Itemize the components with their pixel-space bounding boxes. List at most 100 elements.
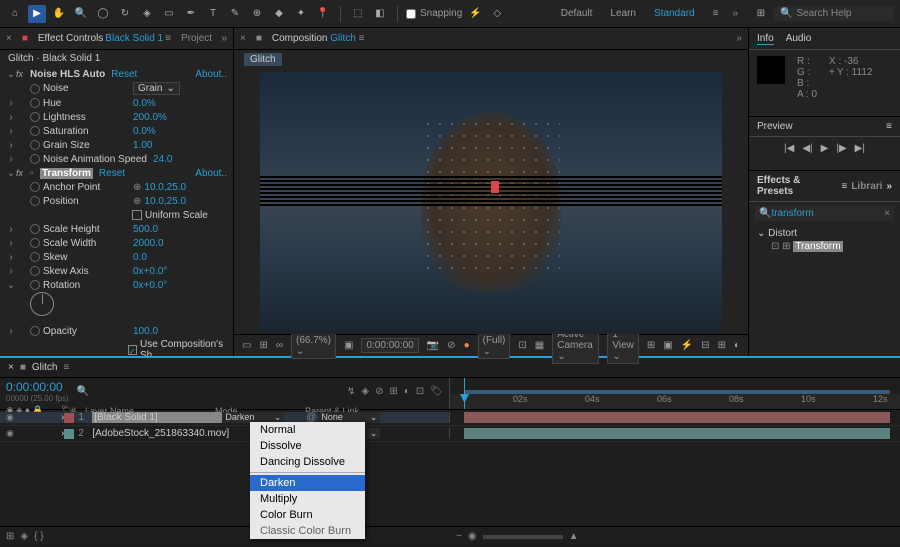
frame-blend-icon[interactable]: ⊞ xyxy=(389,386,397,397)
stopwatch-icon[interactable] xyxy=(30,126,40,136)
disclosure-icon[interactable]: ⌄ xyxy=(6,69,16,80)
close-icon[interactable]: × xyxy=(6,33,12,44)
disclosure-icon[interactable]: ⌄ xyxy=(6,168,16,179)
prop-value[interactable]: 1.00 xyxy=(133,140,152,151)
prop-value[interactable]: 200.0% xyxy=(133,112,167,123)
zoom-select[interactable]: (66.7%) ⌄ xyxy=(291,333,336,359)
graph-editor-icon[interactable]: ⊡ xyxy=(416,386,424,397)
tree-category-distort[interactable]: ⌄ Distort xyxy=(757,227,892,240)
fx-badge[interactable]: fx xyxy=(16,69,30,79)
play-icon[interactable]: ▶ xyxy=(821,143,829,154)
search-help-box[interactable]: 🔍 Search Help xyxy=(774,6,894,21)
stopwatch-icon[interactable] xyxy=(30,84,40,94)
stopwatch-icon[interactable] xyxy=(30,224,40,234)
next-frame-icon[interactable]: |▶ xyxy=(836,143,846,154)
blend-normal[interactable]: Normal xyxy=(250,422,365,438)
orbit-tool-icon[interactable]: ◯ xyxy=(94,5,112,23)
region-icon[interactable]: ⊡ xyxy=(518,340,526,351)
snapping-checkbox[interactable]: Snapping xyxy=(406,8,462,19)
comp-name-chip[interactable]: Glitch xyxy=(244,53,282,66)
rotate-tool-icon[interactable]: ↻ xyxy=(116,5,134,23)
roto-tool-icon[interactable]: ✦ xyxy=(292,5,310,23)
tab-composition[interactable]: Composition Glitch ≡ xyxy=(272,33,365,44)
effect-noise-header[interactable]: ⌄ fx Noise HLS Auto Reset About.. xyxy=(0,67,233,81)
about-button[interactable]: About.. xyxy=(195,168,227,179)
workspace-standard[interactable]: Standard xyxy=(654,8,695,19)
layer-color-chip[interactable] xyxy=(64,413,74,423)
pan-behind-tool-icon[interactable]: ◈ xyxy=(138,5,156,23)
first-frame-icon[interactable]: |◀ xyxy=(784,143,794,154)
reset-button[interactable]: Reset xyxy=(99,168,125,179)
stopwatch-icon[interactable] xyxy=(30,326,40,336)
toggle-switches-icon[interactable]: ⊞ xyxy=(6,531,14,542)
show-snapshot-icon[interactable]: ⊘ xyxy=(447,340,455,351)
time-display[interactable]: 0:00:00:00 xyxy=(361,338,418,353)
panel-menu-icon[interactable]: ≡ xyxy=(63,362,69,373)
stopwatch-icon[interactable] xyxy=(30,280,40,290)
fx-badge[interactable]: fx xyxy=(16,168,30,178)
zoom-slider-track[interactable] xyxy=(483,535,563,539)
layer-duration-bar[interactable] xyxy=(464,412,890,423)
reset-button[interactable]: Reset xyxy=(111,69,137,80)
playhead[interactable] xyxy=(464,378,465,409)
noise-type-select[interactable]: Grain⌄ xyxy=(133,82,180,95)
device-icon[interactable]: ∞ xyxy=(276,340,283,351)
close-icon[interactable]: × xyxy=(8,362,14,373)
workspace-default[interactable]: Default xyxy=(561,8,593,19)
layer-color-chip[interactable] xyxy=(64,429,74,439)
stopwatch-icon[interactable] xyxy=(30,98,40,108)
stopwatch-icon[interactable] xyxy=(30,252,40,262)
fast-preview-icon[interactable]: ⚡ xyxy=(681,340,693,351)
search-icon[interactable]: 🔍 xyxy=(77,386,89,397)
layer-name[interactable]: [Black Solid 1] xyxy=(92,412,222,423)
disclosure-icon[interactable]: › xyxy=(6,154,16,165)
blend-multiply[interactable]: Multiply xyxy=(250,491,365,507)
tab-effect-controls[interactable]: Effect Controls Black Solid 1 ≡ xyxy=(38,33,171,44)
layer-row-1[interactable]: ◉ › 1 [Black Solid 1] Darken⌄ @ None⌄ xyxy=(0,410,900,426)
brush-tool-icon[interactable]: ✎ xyxy=(226,5,244,23)
prop-value[interactable]: 0x+0.0° xyxy=(133,280,167,291)
layer-row-2[interactable]: ◉ › 2 [AdobeStock_251863340.mov] @ None⌄ xyxy=(0,426,900,442)
prop-value[interactable]: 10.0,25.0 xyxy=(144,196,186,207)
lock-icon[interactable]: ■ xyxy=(20,362,26,373)
layer-bar-area[interactable] xyxy=(450,426,900,441)
zoom-out-icon[interactable]: − xyxy=(456,531,462,542)
clone-tool-icon[interactable]: ⊕ xyxy=(248,5,266,23)
stopwatch-icon[interactable] xyxy=(30,140,40,150)
uniform-scale-checkbox[interactable] xyxy=(132,210,142,220)
exposure-icon[interactable]: ◐ xyxy=(734,340,740,351)
chevrons-icon[interactable]: » xyxy=(886,181,892,192)
zoom-handle-icon[interactable]: ◉ xyxy=(468,531,477,542)
resolution-icon[interactable]: ▣ xyxy=(344,340,353,351)
panel-menu-icon[interactable]: ≡ xyxy=(165,33,171,44)
disclosure-icon[interactable]: › xyxy=(6,140,16,151)
tool-option-icon[interactable]: ⬚ xyxy=(349,5,367,23)
prop-value[interactable]: 100.0 xyxy=(133,326,158,337)
tree-item-transform[interactable]: ⊡ ⊞ Transform xyxy=(757,240,892,253)
last-frame-icon[interactable]: ▶| xyxy=(855,143,865,154)
stopwatch-icon[interactable] xyxy=(30,238,40,248)
lock-icon[interactable]: ■ xyxy=(22,33,28,44)
shy-icon[interactable]: ⊘ xyxy=(375,386,383,397)
prop-value[interactable]: 0.0 xyxy=(133,252,147,263)
stopwatch-icon[interactable] xyxy=(30,112,40,122)
puppet-tool-icon[interactable]: 📍 xyxy=(314,5,332,23)
disclosure-icon[interactable]: › xyxy=(6,252,16,263)
snap-mesh-icon[interactable]: ◇ xyxy=(488,5,506,23)
close-icon[interactable]: × xyxy=(240,33,246,44)
ep-search-input[interactable] xyxy=(771,208,861,219)
prop-value[interactable]: 0x+0.0° xyxy=(133,266,167,277)
workspace-menu-icon[interactable]: ≡ xyxy=(713,8,719,19)
tool-option-icon-2[interactable]: ◧ xyxy=(371,5,389,23)
color-icon[interactable]: ● xyxy=(464,340,470,351)
prop-value[interactable]: 0.0% xyxy=(133,126,156,137)
panel-menu-icon[interactable]: ≡ xyxy=(841,181,847,192)
composition-viewer[interactable] xyxy=(234,69,748,334)
disclosure-icon[interactable]: › xyxy=(6,224,16,235)
toggle-modes-icon[interactable]: ◈ xyxy=(20,531,28,542)
about-button[interactable]: About.. xyxy=(195,69,227,80)
prev-frame-icon[interactable]: ◀| xyxy=(802,143,812,154)
video-toggle-icon[interactable]: ◉ xyxy=(6,412,14,423)
stopwatch-icon[interactable] xyxy=(30,182,40,192)
view-option-icon[interactable]: ⊞ xyxy=(647,340,655,351)
